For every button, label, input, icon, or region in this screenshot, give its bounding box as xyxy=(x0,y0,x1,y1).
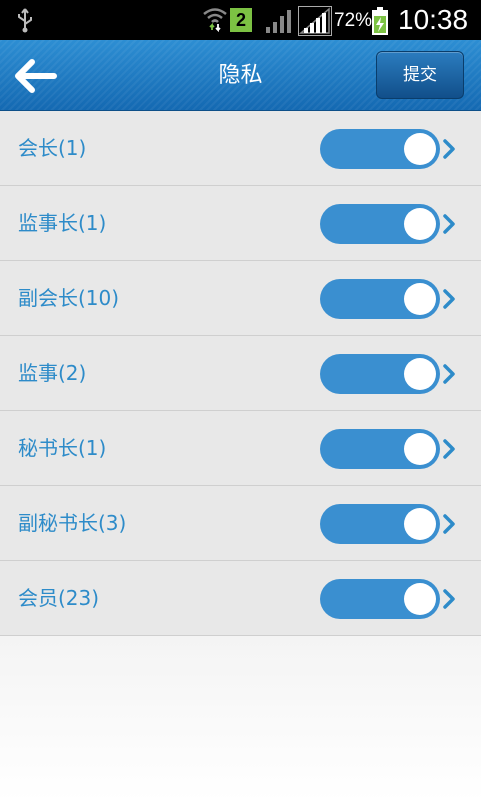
chevron-right-icon[interactable] xyxy=(441,437,457,461)
chevron-right-icon[interactable] xyxy=(441,287,457,311)
status-bar: 2 72% 10:38 xyxy=(0,0,481,40)
toggle-knob xyxy=(404,133,436,165)
list-item-label: 秘书长(1) xyxy=(18,436,107,460)
toggle-knob xyxy=(404,508,436,540)
visibility-toggle[interactable] xyxy=(320,204,440,244)
wifi-icon xyxy=(203,8,227,32)
battery-charging-icon xyxy=(372,7,388,35)
visibility-toggle[interactable] xyxy=(320,579,440,619)
list-item[interactable]: 会员(23) xyxy=(0,561,481,636)
chevron-right-icon[interactable] xyxy=(441,212,457,236)
list-item[interactable]: 秘书长(1) xyxy=(0,411,481,486)
toggle-knob xyxy=(404,358,436,390)
submit-button[interactable]: 提交 xyxy=(376,51,464,99)
clock: 10:38 xyxy=(398,4,469,35)
list-item[interactable]: 副会长(10) xyxy=(0,261,481,336)
toggle-knob xyxy=(404,283,436,315)
list-item-label: 副秘书长(3) xyxy=(18,511,127,535)
list-item[interactable]: 会长(1) xyxy=(0,111,481,186)
toggle-knob xyxy=(404,433,436,465)
chevron-right-icon[interactable] xyxy=(441,512,457,536)
app-bar: 隐私 提交 xyxy=(0,40,481,111)
battery-percent: 72% xyxy=(334,10,373,31)
chevron-right-icon[interactable] xyxy=(441,587,457,611)
privacy-list: 会长(1) 监事长(1) 副会长(10) 监事(2) 秘书长(1) 副秘书长(3) 会员(2… xyxy=(0,111,481,636)
list-item-label: 监事(2) xyxy=(18,361,87,385)
list-item-label: 副会长(10) xyxy=(18,286,120,310)
usb-icon xyxy=(18,8,32,33)
list-item[interactable]: 监事(2) xyxy=(0,336,481,411)
list-item[interactable]: 副秘书长(3) xyxy=(0,486,481,561)
toggle-knob xyxy=(404,208,436,240)
sim-slot-badge: 2 xyxy=(230,8,252,32)
visibility-toggle[interactable] xyxy=(320,129,440,169)
toggle-knob xyxy=(404,583,436,615)
chevron-right-icon[interactable] xyxy=(441,362,457,386)
back-arrow-icon[interactable] xyxy=(10,54,62,98)
empty-area xyxy=(0,636,481,802)
chevron-right-icon[interactable] xyxy=(441,137,457,161)
visibility-toggle[interactable] xyxy=(320,279,440,319)
list-item-label: 会长(1) xyxy=(18,136,87,160)
signal-strength-icon xyxy=(298,6,332,36)
signal-icon xyxy=(266,10,291,33)
visibility-toggle[interactable] xyxy=(320,429,440,469)
list-item-label: 监事长(1) xyxy=(18,211,107,235)
list-item[interactable]: 监事长(1) xyxy=(0,186,481,261)
list-item-label: 会员(23) xyxy=(18,586,100,610)
visibility-toggle[interactable] xyxy=(320,354,440,394)
visibility-toggle[interactable] xyxy=(320,504,440,544)
